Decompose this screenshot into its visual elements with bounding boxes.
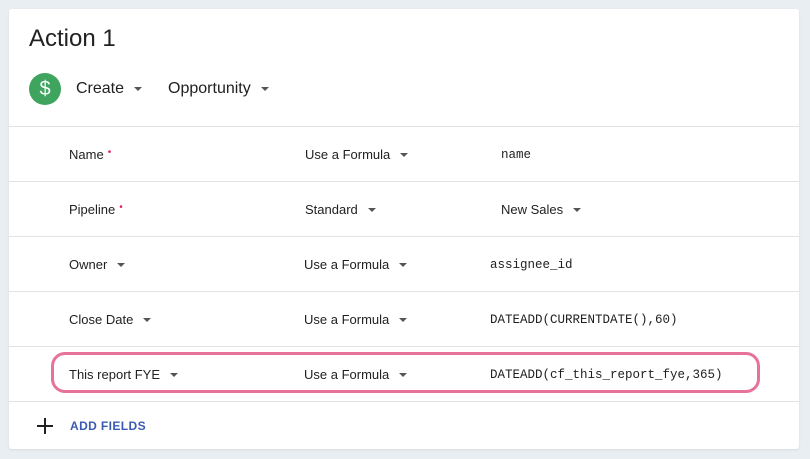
record-type-label: Opportunity [168, 80, 251, 97]
formula-value[interactable]: assignee_id [490, 237, 573, 292]
operation-label: Create [76, 80, 125, 97]
pipeline-value-select[interactable]: New Sales [501, 182, 582, 237]
mode-select[interactable]: Use a Formula [305, 127, 409, 182]
mode-label: Use a Formula [305, 147, 391, 162]
add-fields-button[interactable]: ADD FIELDS [70, 419, 146, 433]
add-fields-row: ADD FIELDS [9, 401, 799, 449]
plus-icon[interactable] [37, 417, 53, 434]
field-row-pipeline: Pipeline • Standard New Sales [9, 181, 799, 236]
mode-select[interactable]: Standard [305, 182, 376, 237]
operation-select[interactable]: Create [76, 80, 143, 98]
required-marker: • [119, 202, 123, 213]
mode-label: Use a Formula [304, 312, 390, 327]
chevron-down-icon [117, 262, 126, 267]
chevron-down-icon [143, 317, 152, 322]
mode-label: Standard [305, 202, 358, 217]
field-label: Name [69, 147, 104, 162]
field-label: Owner [69, 257, 108, 272]
chevron-down-icon [260, 87, 269, 91]
chevron-down-icon [399, 317, 408, 322]
field-label: This report FYE [69, 367, 161, 382]
field-row-owner: Owner Use a Formula assignee_id [9, 236, 799, 291]
formula-value[interactable]: name [501, 127, 531, 182]
action-card: Action 1 $ Create Opportunity Name • Use… [9, 9, 799, 449]
required-marker: • [107, 147, 112, 158]
field-select[interactable]: Close Date [69, 292, 152, 347]
chevron-down-icon [170, 372, 179, 377]
chevron-down-icon [399, 372, 408, 377]
chevron-down-icon [134, 87, 143, 91]
mode-select[interactable]: Use a Formula [304, 292, 408, 347]
field-name-cell: Pipeline • [69, 182, 123, 237]
field-label: Pipeline [69, 202, 116, 217]
record-type-select[interactable]: Opportunity [168, 80, 269, 98]
formula-value[interactable]: DATEADD(cf_this_report_fye,365) [490, 347, 723, 402]
action-header: $ Create Opportunity [29, 73, 269, 105]
dollar-icon: $ [29, 73, 61, 105]
field-rows: Name • Use a Formula name Pipeline • Sta… [9, 126, 799, 401]
formula-value[interactable]: DATEADD(CURRENTDATE(),60) [490, 292, 678, 347]
field-select[interactable]: Owner [69, 237, 126, 292]
chevron-down-icon [367, 207, 376, 212]
pipeline-value: New Sales [501, 202, 564, 217]
mode-label: Use a Formula [304, 257, 390, 272]
field-row-close-date: Close Date Use a Formula DATEADD(CURRENT… [9, 291, 799, 346]
field-row-name: Name • Use a Formula name [9, 126, 799, 181]
chevron-down-icon [399, 262, 408, 267]
chevron-down-icon [400, 152, 409, 157]
mode-label: Use a Formula [304, 367, 390, 382]
mode-select[interactable]: Use a Formula [304, 237, 408, 292]
mode-select[interactable]: Use a Formula [304, 347, 408, 402]
action-title: Action 1 [29, 25, 116, 52]
field-label: Close Date [69, 312, 134, 327]
field-name-cell: Name • [69, 127, 111, 182]
field-select[interactable]: This report FYE [69, 347, 179, 402]
chevron-down-icon [573, 207, 582, 212]
field-row-this-report-fye: This report FYE Use a Formula DATEADD(cf… [9, 346, 799, 401]
